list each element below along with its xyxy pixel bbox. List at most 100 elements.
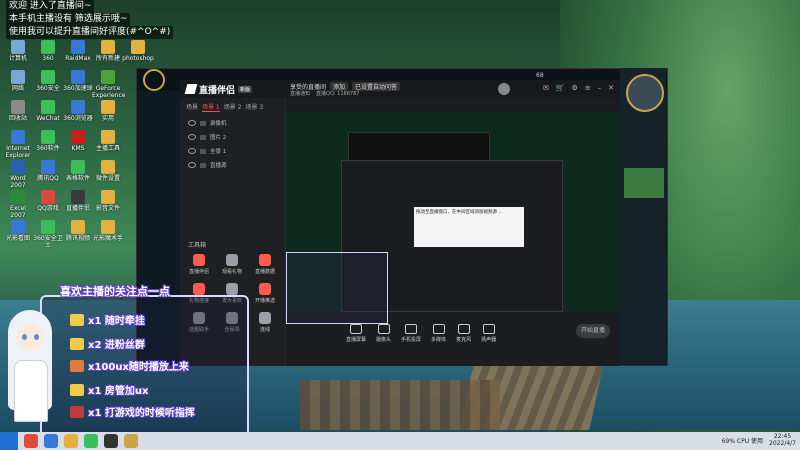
desktop-icon[interactable]: 360加速球 <box>62 70 94 92</box>
bottom-toolbar-button[interactable]: 手机投屏 <box>401 323 421 343</box>
desktop-icon-glyph <box>11 100 25 114</box>
desktop-icon[interactable]: 影音文件 <box>92 190 124 212</box>
desktop-icon[interactable]: 360 <box>32 40 64 62</box>
summoner-avatar[interactable] <box>626 74 664 112</box>
desktop-icon[interactable]: Word 2007 <box>2 160 34 189</box>
overlay-line-icon <box>70 338 84 350</box>
eye-icon[interactable] <box>188 162 196 168</box>
tool-icon <box>193 254 205 266</box>
clock[interactable]: 22:45 2022/4/7 <box>769 433 796 447</box>
desktop-icon[interactable]: Excel 2007 <box>2 190 34 219</box>
taskbar-app-icon[interactable] <box>24 434 38 448</box>
bottom-toolbar-button[interactable]: 直播屏幕 <box>346 323 366 343</box>
source-item[interactable]: 录像机 <box>180 116 285 130</box>
desktop-icon[interactable]: 腾讯视频 <box>62 220 94 242</box>
desktop-icon-glyph <box>71 40 85 54</box>
tool-item[interactable]: 直播数据 <box>250 254 280 275</box>
desktop-icon-glyph <box>41 190 55 204</box>
desktop-icon[interactable]: photoshop <box>122 40 154 62</box>
game-count: 68 <box>536 72 544 79</box>
desktop-icon[interactable]: GeForce Experience <box>92 70 125 99</box>
bottom-toolbar-button[interactable]: 摄像头 <box>376 323 392 343</box>
start-button[interactable] <box>0 432 18 450</box>
bottom-toolbar-button[interactable]: 麦克风 <box>456 323 471 343</box>
desktop-icon[interactable]: KMS <box>62 130 94 152</box>
toolbar-label: 摄像头 <box>376 336 392 343</box>
user-avatar[interactable] <box>498 83 510 95</box>
desktop-icon-label: 网络 <box>11 85 24 92</box>
follow-overlay-title: 喜欢主播的关注点一点 <box>60 285 170 298</box>
desktop-icon[interactable]: 腾讯QQ <box>32 160 64 182</box>
desktop-icon[interactable]: 实用 <box>92 100 124 122</box>
eye-icon[interactable] <box>188 134 196 140</box>
desktop-icon[interactable]: 表格软件 <box>62 160 94 182</box>
taskbar-360-icon[interactable] <box>84 434 98 448</box>
desktop-icon[interactable]: 微件设置 <box>92 160 124 182</box>
desktop-icon[interactable]: 计算机 <box>2 40 34 62</box>
menu-icon[interactable]: ≡ <box>585 84 591 92</box>
taskbar-browser-icon[interactable] <box>44 434 58 448</box>
minimize-icon[interactable]: – <box>598 84 602 92</box>
bottom-toolbar-button[interactable]: 扬声器 <box>481 323 496 343</box>
desktop-icon-label: 微件设置 <box>95 175 120 182</box>
mail-icon[interactable]: ✉ <box>543 84 549 92</box>
brand-logo-icon <box>184 84 198 94</box>
desktop-icon[interactable]: 360浏览器 <box>62 100 94 122</box>
desktop-icon-glyph <box>131 40 145 54</box>
desktop-icon[interactable]: WeChat <box>32 100 64 122</box>
chat-message: 本手机主播设有 筛选展示哦~ <box>0 13 210 26</box>
desktop-icon[interactable]: 所有新建 <box>92 40 124 62</box>
desktop-icon[interactable]: Internet Explorer <box>2 130 34 159</box>
desktop-icon[interactable]: 光影看图 <box>2 220 34 242</box>
desktop-icon[interactable]: QQ游戏 <box>32 190 64 212</box>
tool-item[interactable]: 连线 <box>250 312 280 333</box>
close-icon[interactable]: ✕ <box>608 84 614 92</box>
toolbar-label: 多媒体 <box>431 336 447 343</box>
desktop-icon-label: 光影魔术手 <box>92 235 123 242</box>
taskbar-folder-icon[interactable] <box>64 434 78 448</box>
desktop-icon[interactable]: 360安全 <box>32 70 64 92</box>
desktop-icon-label: 360 <box>42 55 54 62</box>
scene-tab[interactable]: 场景 1 <box>202 102 220 112</box>
window-controls: ✉ 🛒 ⚙ ≡ – ✕ <box>543 84 614 92</box>
desktop-icon[interactable]: 360安全卫士 <box>32 220 64 249</box>
toolbar-icon <box>377 323 390 334</box>
overlay-line: x1 随时牵挂 <box>88 316 145 327</box>
desktop-icon[interactable]: 回收站 <box>2 100 34 122</box>
desktop-icon[interactable]: RaidMax <box>62 40 94 62</box>
toolbar-icon <box>405 323 418 334</box>
eye-icon[interactable] <box>188 120 196 126</box>
desktop-icon[interactable]: 主播工具 <box>92 130 124 152</box>
desktop-icon-label: 实用 <box>101 115 114 122</box>
desktop-icon[interactable]: 360软件 <box>32 130 64 152</box>
source-item[interactable]: 图片 2 <box>180 130 285 144</box>
preview-stage[interactable]: 拖动至直播窗口，在中间区域添加视频源 ... <box>286 112 620 324</box>
desktop-icon[interactable]: 直播伴侣 <box>62 190 94 212</box>
settings-icon[interactable]: ⚙ <box>571 84 577 92</box>
scene-tabs: 场景 场景 1 场景 2 场景 3 <box>180 98 285 116</box>
eye-icon[interactable] <box>188 148 196 154</box>
scene-tab[interactable]: 场景 3 <box>245 102 263 112</box>
tool-item[interactable]: 开播推送 <box>250 283 280 304</box>
source-item[interactable]: 全景 1 <box>180 144 285 158</box>
source-label: 全景 1 <box>210 149 227 155</box>
go-live-button[interactable]: 开始直播 <box>576 324 610 338</box>
tool-item[interactable]: 直播伴侣 <box>184 254 214 275</box>
source-item[interactable]: 直播源 <box>180 158 285 172</box>
taskbar-stream-icon[interactable] <box>104 434 118 448</box>
source-type-icon <box>200 120 206 126</box>
scene-tab[interactable]: 场景 <box>186 102 198 112</box>
bottom-toolbar-button[interactable]: 多媒体 <box>431 323 447 343</box>
tip-callout: 拖动至直播窗口，在中间区域添加视频源 ... <box>414 207 524 247</box>
taskbar-game-icon[interactable] <box>124 434 138 448</box>
tool-icon <box>259 283 271 295</box>
tool-item[interactable]: 观看礼物 <box>217 254 247 275</box>
desktop-icon-glyph <box>41 100 55 114</box>
scene-tab[interactable]: 场景 2 <box>224 102 242 112</box>
desktop-icon[interactable]: 网络 <box>2 70 34 92</box>
desktop-icon-glyph <box>71 160 85 174</box>
toolbar-icon <box>432 323 445 334</box>
desktop-icon[interactable]: 光影魔术手 <box>92 220 124 242</box>
cart-icon[interactable]: 🛒 <box>556 84 565 92</box>
source-type-icon <box>200 134 206 140</box>
